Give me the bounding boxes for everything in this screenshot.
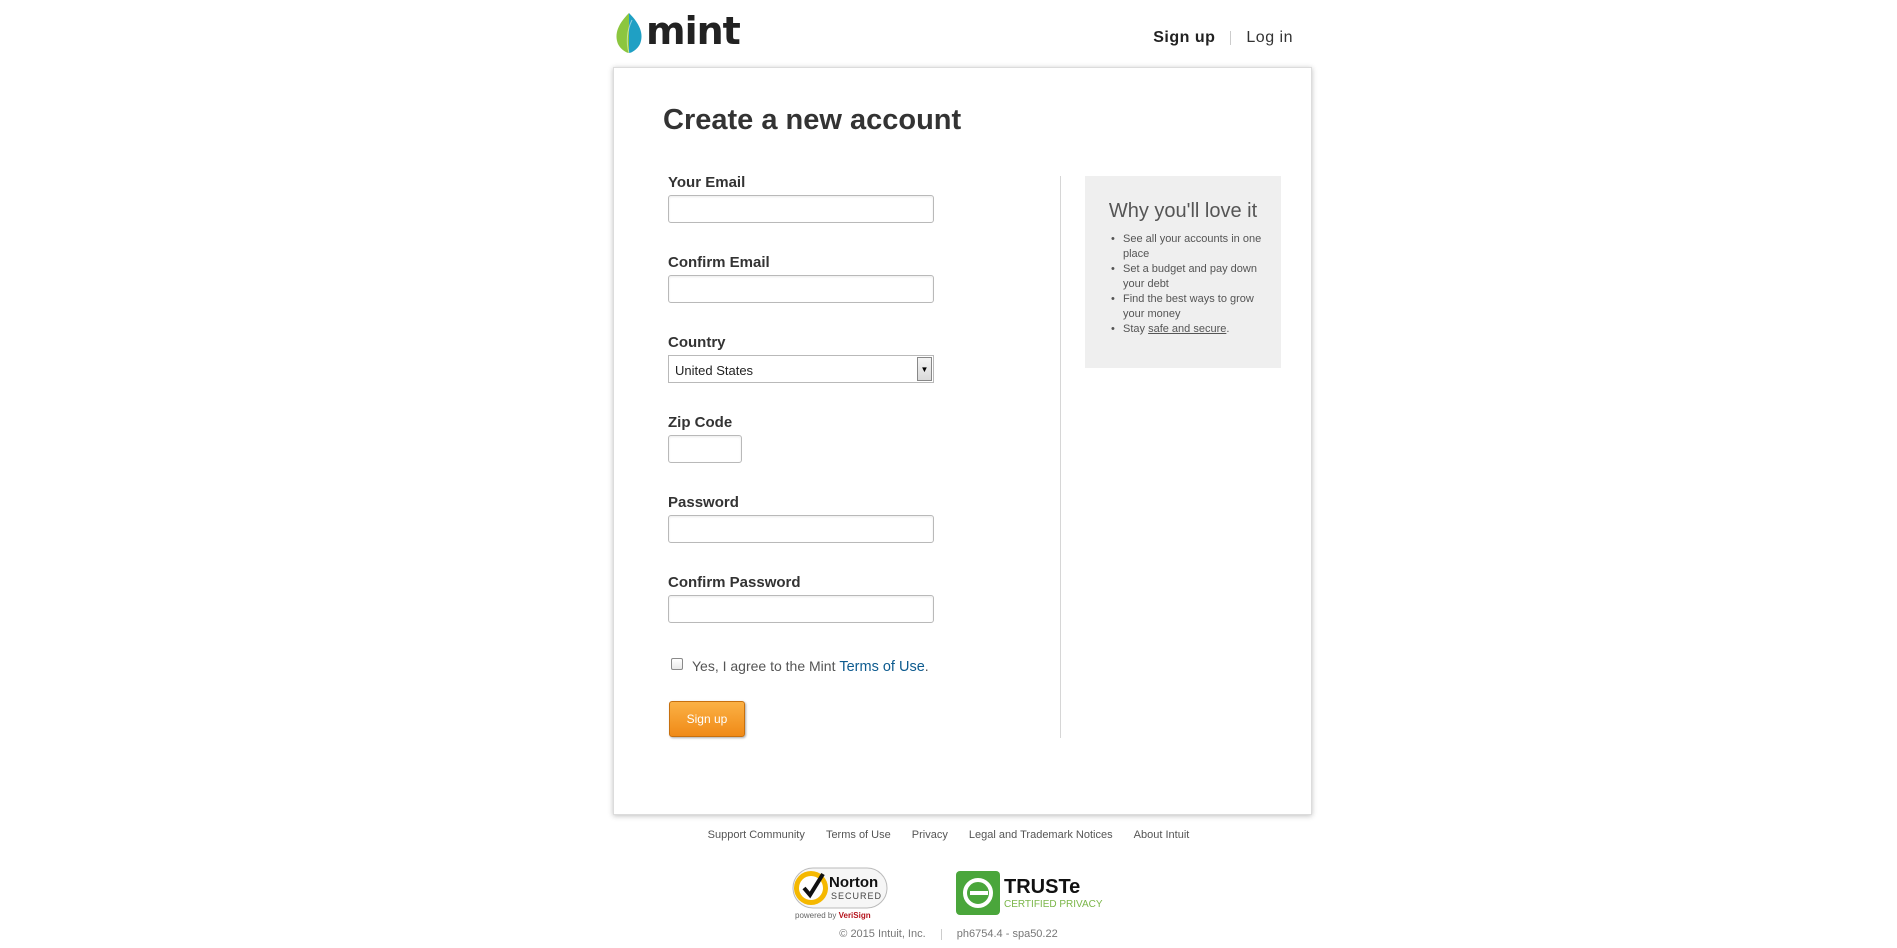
password-label: Password xyxy=(668,494,739,511)
why-list: See all your accounts in one place Set a… xyxy=(1109,232,1275,337)
nav-divider xyxy=(1230,31,1232,45)
svg-text:powered by VeriSign: powered by VeriSign xyxy=(795,911,871,920)
why-item: Set a budget and pay down your debt xyxy=(1109,262,1275,292)
terms-agreement: Yes, I agree to the Mint Terms of Use. xyxy=(692,658,929,675)
mint-logo-text: mint xyxy=(646,9,741,53)
build-id: ph6754.4 - spa50.22 xyxy=(956,928,1058,940)
signup-card: Create a new account Your Email Confirm … xyxy=(613,67,1312,815)
trust-badges: Norton SECURED powered by VeriSign TRUST… xyxy=(787,865,1187,921)
footer-link-about-intuit[interactable]: About Intuit xyxy=(1134,829,1190,841)
zip-input[interactable] xyxy=(668,435,742,463)
why-title: Why you'll love it xyxy=(1108,200,1258,222)
copyright-bar: © 2015 Intuit, Inc. ph6754.4 - spa50.22 xyxy=(0,928,1897,940)
terms-checkbox[interactable] xyxy=(671,658,683,670)
why-item: Find the best ways to grow your money xyxy=(1109,292,1275,322)
norton-verisign: VeriSign xyxy=(839,911,871,920)
confirm-password-label: Confirm Password xyxy=(668,574,801,591)
why-item: Stay safe and secure. xyxy=(1109,322,1275,337)
copyright-text: © 2015 Intuit, Inc. xyxy=(839,928,926,940)
norton-powered: powered by xyxy=(795,911,839,920)
country-label: Country xyxy=(668,334,726,351)
why-panel: Why you'll love it See all your accounts… xyxy=(1085,176,1281,368)
terms-of-use-link[interactable]: Terms of Use xyxy=(839,659,924,675)
nav-signup-link[interactable]: Sign up xyxy=(1153,29,1215,47)
signup-button[interactable]: Sign up xyxy=(669,701,745,737)
footer-link-terms[interactable]: Terms of Use xyxy=(826,829,891,841)
mint-leaf-icon xyxy=(616,13,642,54)
why-item: See all your accounts in one place xyxy=(1109,232,1275,262)
column-divider xyxy=(1060,176,1061,738)
terms-agreement-period: . xyxy=(924,658,929,674)
norton-title: Norton xyxy=(829,874,878,891)
page-title: Create a new account xyxy=(663,104,962,136)
copyright-divider xyxy=(940,928,942,940)
footer-link-legal[interactable]: Legal and Trademark Notices xyxy=(969,829,1113,841)
nav-login-link[interactable]: Log in xyxy=(1246,29,1293,47)
confirm-password-input[interactable] xyxy=(668,595,934,623)
norton-subtitle: SECURED xyxy=(831,891,882,901)
safe-and-secure-link[interactable]: safe and secure xyxy=(1148,323,1226,335)
email-label: Your Email xyxy=(668,174,746,191)
confirm-email-label: Confirm Email xyxy=(668,254,770,271)
terms-agreement-text: Yes, I agree to the Mint xyxy=(692,658,840,674)
country-select-value: United States xyxy=(675,363,754,378)
truste-badge[interactable]: TRUSTe CERTIFIED PRIVACY xyxy=(956,871,1116,917)
email-input[interactable] xyxy=(668,195,934,223)
footer-link-privacy[interactable]: Privacy xyxy=(912,829,948,841)
password-input[interactable] xyxy=(668,515,934,543)
truste-subtitle: CERTIFIED PRIVACY xyxy=(1004,899,1103,910)
zip-label: Zip Code xyxy=(668,414,733,431)
why-item-suffix: . xyxy=(1226,323,1230,335)
top-nav: Sign up Log in xyxy=(1153,29,1293,47)
norton-secured-badge[interactable]: Norton SECURED powered by VeriSign xyxy=(787,865,891,921)
country-select[interactable]: United States ▼ xyxy=(668,355,934,383)
truste-title: TRUSTe xyxy=(1004,876,1080,898)
why-item-prefix: Stay xyxy=(1123,323,1149,335)
chevron-down-icon[interactable]: ▼ xyxy=(917,357,932,381)
mint-logo[interactable]: mint xyxy=(614,9,741,54)
footer-link-support-community[interactable]: Support Community xyxy=(708,829,805,841)
footer-links: Support Community Terms of Use Privacy L… xyxy=(0,829,1897,841)
confirm-email-input[interactable] xyxy=(668,275,934,303)
